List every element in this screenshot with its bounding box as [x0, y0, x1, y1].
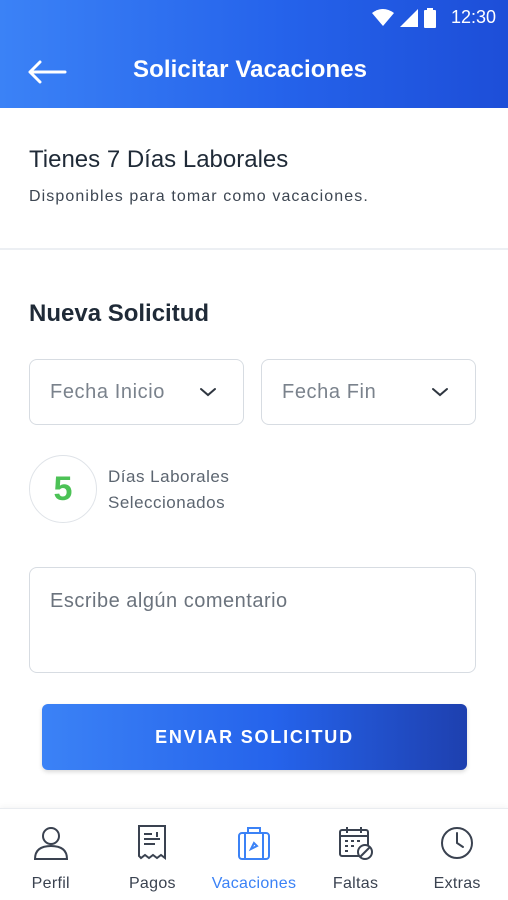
status-bar: 12:30: [0, 0, 508, 36]
nav-item-pagos[interactable]: Pagos: [102, 809, 204, 900]
submit-request-button[interactable]: ENVIAR SOLICITUD: [42, 704, 467, 770]
page-title: Solicitar Vacaciones: [133, 56, 368, 83]
chevron-down-icon: [200, 388, 216, 397]
start-date-select[interactable]: Fecha Inicio: [29, 359, 244, 425]
end-date-label: Fecha Fin: [282, 380, 377, 403]
chevron-down-icon: [432, 388, 448, 397]
start-date-label: Fecha Inicio: [50, 380, 166, 403]
selected-days-count: 5: [29, 455, 97, 523]
status-icons: [372, 8, 436, 28]
bottom-nav: Perfil Pagos Vacaciones Faltas Extras: [0, 808, 508, 900]
nav-item-faltas[interactable]: Faltas: [305, 809, 407, 900]
user-icon: [31, 823, 71, 863]
arrow-left-icon: [28, 60, 67, 84]
selected-days-line1: Días Laborales: [108, 467, 230, 486]
suitcase-icon: [234, 823, 274, 863]
new-request-title: Nueva Solicitud: [29, 300, 210, 327]
app-bar: Solicitar Vacaciones: [0, 36, 508, 108]
status-time: 12:30: [450, 7, 496, 27]
nav-label-vacaciones: Vacaciones: [211, 875, 297, 892]
available-days-title: Tienes 7 Días Laborales: [29, 146, 289, 173]
clock-icon: [437, 823, 477, 863]
signal-icon: [400, 9, 418, 27]
receipt-icon: [132, 823, 172, 863]
nav-item-vacaciones[interactable]: Vacaciones: [203, 809, 305, 900]
calendar-blocked-icon: [336, 823, 376, 863]
nav-label-faltas: Faltas: [332, 875, 379, 892]
section-divider: [0, 248, 508, 250]
nav-label-pagos: Pagos: [128, 875, 176, 892]
nav-item-extras[interactable]: Extras: [406, 809, 508, 900]
selected-days-line2: Seleccionados: [108, 493, 226, 512]
selected-days-label: Días Laborales Seleccionados: [108, 464, 229, 516]
nav-label-perfil: Perfil: [31, 875, 70, 892]
nav-label-extras: Extras: [433, 875, 481, 892]
battery-icon: [424, 8, 436, 28]
nav-item-perfil[interactable]: Perfil: [0, 809, 102, 900]
wifi-icon: [372, 9, 394, 26]
end-date-select[interactable]: Fecha Fin: [261, 359, 476, 425]
available-days-info: Tienes 7 Días Laborales Disponibles para…: [29, 146, 479, 206]
back-button[interactable]: [22, 52, 72, 92]
comment-field[interactable]: [29, 567, 476, 673]
header: 12:30 Solicitar Vacaciones: [0, 0, 508, 108]
available-days-subtitle: Disponibles para tomar como vacaciones.: [29, 188, 369, 205]
